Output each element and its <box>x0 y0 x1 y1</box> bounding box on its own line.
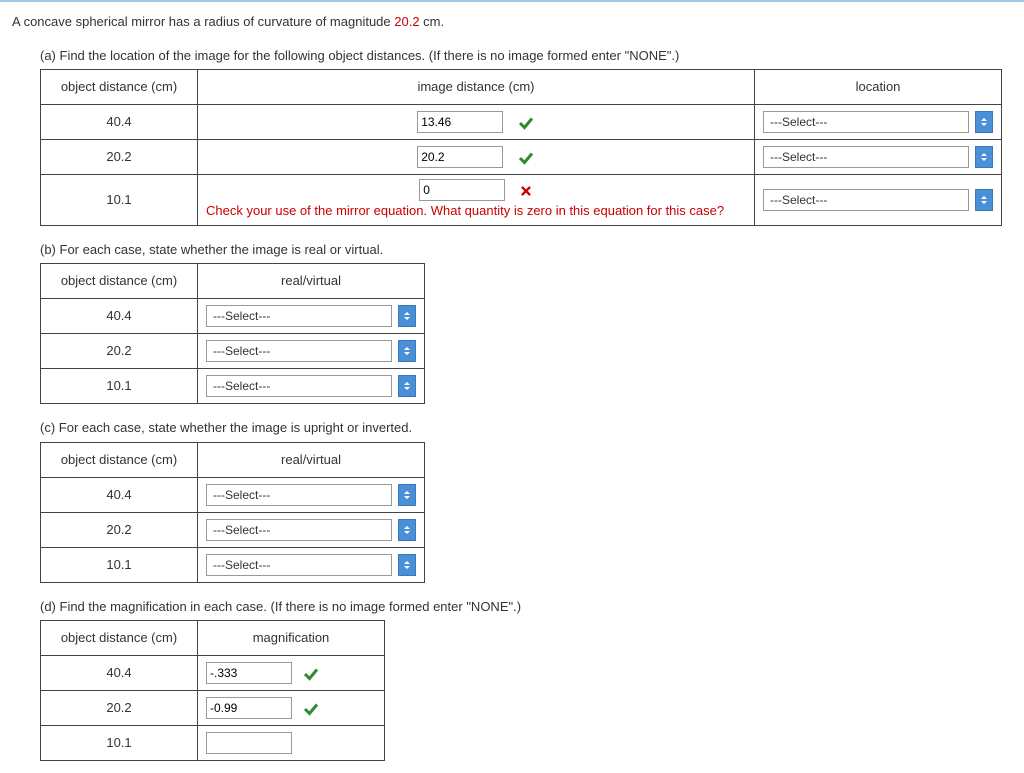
select-stepper-icon[interactable] <box>398 305 416 327</box>
upright-inverted-select[interactable]: ---Select--- <box>206 554 392 576</box>
image-distance-input[interactable] <box>417 146 503 168</box>
th-magnification: magnification <box>198 621 385 656</box>
part-a-prompt: (a) Find the location of the image for t… <box>40 46 1012 66</box>
cell-object-distance: 20.2 <box>41 691 198 726</box>
feedback-text: Check your use of the mirror equation. W… <box>206 201 746 221</box>
check-icon <box>302 665 320 683</box>
part-d-prompt: (d) Find the magnification in each case.… <box>40 597 1012 617</box>
table-row: 20.2 ---Select--- <box>41 512 425 547</box>
th-image-distance: image distance (cm) <box>198 70 755 105</box>
select-stepper-icon[interactable] <box>398 519 416 541</box>
th-object-distance: object distance (cm) <box>41 621 198 656</box>
cell-object-distance: 10.1 <box>41 547 198 582</box>
table-row: 20.2 ---Select--- <box>41 140 1002 175</box>
cell-object-distance: 10.1 <box>41 369 198 404</box>
cell-object-distance: 10.1 <box>41 726 198 761</box>
table-row: 40.4 <box>41 656 385 691</box>
real-virtual-select[interactable]: ---Select--- <box>206 340 392 362</box>
table-row: 10.1 ---Select--- <box>41 369 425 404</box>
cell-object-distance: 20.2 <box>41 334 198 369</box>
intro-prefix: A concave spherical mirror has a radius … <box>12 14 394 29</box>
th-location: location <box>755 70 1002 105</box>
table-row: 10.1 Check your use of the mirror equati… <box>41 175 1002 226</box>
select-stepper-icon[interactable] <box>975 111 993 133</box>
upright-inverted-select[interactable]: ---Select--- <box>206 519 392 541</box>
select-stepper-icon[interactable] <box>398 375 416 397</box>
th-object-distance: object distance (cm) <box>41 264 198 299</box>
part-b-prompt: (b) For each case, state whether the ima… <box>40 240 1012 260</box>
cell-object-distance: 20.2 <box>41 512 198 547</box>
problem-intro: A concave spherical mirror has a radius … <box>12 12 1012 32</box>
th-object-distance: object distance (cm) <box>41 442 198 477</box>
cell-object-distance: 40.4 <box>41 299 198 334</box>
magnification-input[interactable] <box>206 732 292 754</box>
table-row: 10.1 ---Select--- <box>41 547 425 582</box>
th-upright-inverted: real/virtual <box>198 442 425 477</box>
select-stepper-icon[interactable] <box>398 340 416 362</box>
magnification-input[interactable] <box>206 697 292 719</box>
cell-object-distance: 10.1 <box>41 175 198 226</box>
table-b: object distance (cm) real/virtual 40.4 --… <box>40 263 425 404</box>
radius-value: 20.2 <box>394 14 419 29</box>
location-select[interactable]: ---Select--- <box>763 146 969 168</box>
cross-icon <box>519 184 533 198</box>
check-icon <box>517 149 535 167</box>
cell-object-distance: 40.4 <box>41 105 198 140</box>
table-row: 20.2 ---Select--- <box>41 334 425 369</box>
select-stepper-icon[interactable] <box>398 554 416 576</box>
table-row: 20.2 <box>41 691 385 726</box>
cell-object-distance: 40.4 <box>41 656 198 691</box>
image-distance-input[interactable] <box>419 179 505 201</box>
select-stepper-icon[interactable] <box>975 189 993 211</box>
cell-object-distance: 40.4 <box>41 477 198 512</box>
magnification-input[interactable] <box>206 662 292 684</box>
location-select[interactable]: ---Select--- <box>763 111 969 133</box>
cell-object-distance: 20.2 <box>41 140 198 175</box>
table-d: object distance (cm) magnification 40.4 … <box>40 620 385 761</box>
table-row: 40.4 ---Select--- <box>41 105 1002 140</box>
select-stepper-icon[interactable] <box>975 146 993 168</box>
check-icon <box>517 114 535 132</box>
table-row: 40.4 ---Select--- <box>41 477 425 512</box>
table-a: object distance (cm) image distance (cm)… <box>40 69 1002 226</box>
table-row: 40.4 ---Select--- <box>41 299 425 334</box>
table-c: object distance (cm) real/virtual 40.4 --… <box>40 442 425 583</box>
real-virtual-select[interactable]: ---Select--- <box>206 375 392 397</box>
image-distance-input[interactable] <box>417 111 503 133</box>
check-icon <box>302 700 320 718</box>
th-real-virtual: real/virtual <box>198 264 425 299</box>
real-virtual-select[interactable]: ---Select--- <box>206 305 392 327</box>
select-stepper-icon[interactable] <box>398 484 416 506</box>
part-c-prompt: (c) For each case, state whether the ima… <box>40 418 1012 438</box>
upright-inverted-select[interactable]: ---Select--- <box>206 484 392 506</box>
location-select[interactable]: ---Select--- <box>763 189 969 211</box>
th-object-distance: object distance (cm) <box>41 70 198 105</box>
intro-suffix: cm. <box>420 14 445 29</box>
table-row: 10.1 <box>41 726 385 761</box>
